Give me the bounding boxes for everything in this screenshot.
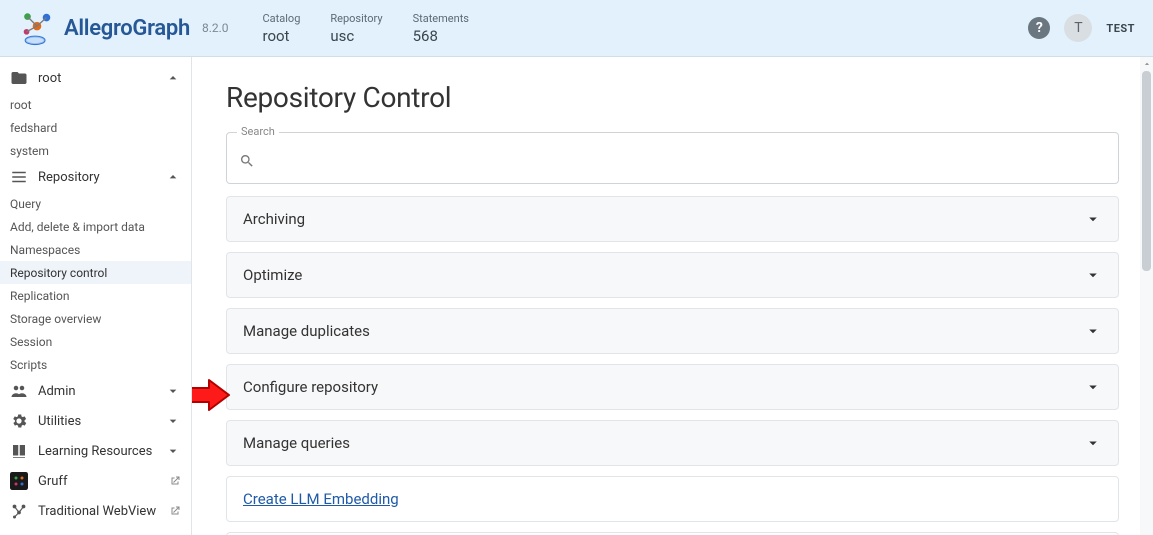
search-icon [239, 153, 255, 169]
sidebar-item-storage-overview[interactable]: Storage overview [0, 307, 191, 330]
sidebar-section-root[interactable]: root [0, 63, 191, 93]
sidebar-item-session[interactable]: Session [0, 330, 191, 353]
search-box[interactable]: Search [226, 132, 1119, 184]
sidebar-item-label: Admin [38, 384, 165, 399]
panel-manage-queries[interactable]: Manage queries [226, 420, 1119, 466]
panel-manage-duplicates[interactable]: Manage duplicates [226, 308, 1119, 354]
list-icon [10, 168, 28, 186]
stat-label: Statements [413, 12, 469, 25]
sidebar-section-repository[interactable]: Repository [0, 162, 191, 192]
chevron-down-icon [165, 383, 181, 399]
avatar[interactable]: T [1064, 14, 1092, 42]
user-label: TEST [1106, 22, 1135, 35]
sidebar-item-scripts[interactable]: Scripts [0, 353, 191, 376]
sidebar-item-fedshard[interactable]: fedshard [0, 116, 191, 139]
sidebar-item-traditional-webview[interactable]: Traditional WebView [0, 496, 191, 526]
stat-value: usc [330, 27, 382, 45]
sidebar-item-system[interactable]: system [0, 139, 191, 162]
chevron-down-icon [1084, 434, 1102, 452]
brand-name: AllegroGraph [64, 16, 190, 41]
sidebar-item-label: Utilities [38, 414, 165, 429]
panel-create-llm-embedding[interactable]: Create LLM Embedding [226, 476, 1119, 522]
logo-icon [18, 9, 56, 47]
sidebar-item-repository-control[interactable]: Repository control [0, 261, 191, 284]
scrollbar-thumb[interactable] [1142, 71, 1151, 271]
sidebar-item-label: Gruff [38, 474, 163, 489]
search-input[interactable] [263, 149, 1106, 173]
main-content: Repository Control Search Archiving Opti… [192, 57, 1153, 535]
panel-label: Archiving [243, 210, 1084, 228]
stat-statements[interactable]: Statements 568 [413, 12, 469, 45]
sidebar-item-gruff[interactable]: Gruff [0, 466, 191, 496]
chevron-up-icon [165, 169, 181, 185]
panel-archiving[interactable]: Archiving [226, 196, 1119, 242]
gear-icon [10, 412, 28, 430]
app-header: AllegroGraph 8.2.0 Catalog root Reposito… [0, 0, 1153, 57]
chevron-down-icon [1084, 378, 1102, 396]
sidebar-item-label: Learning Resources [38, 444, 165, 459]
chevron-down-icon [165, 443, 181, 459]
book-icon [10, 442, 28, 460]
sidebar-item-root[interactable]: root [0, 93, 191, 116]
stat-value: 568 [413, 27, 469, 45]
sidebar-section-learning[interactable]: Learning Resources [0, 436, 191, 466]
stat-catalog[interactable]: Catalog root [263, 12, 301, 45]
chevron-down-icon [1084, 322, 1102, 340]
stat-value: root [263, 27, 301, 45]
search-legend: Search [237, 125, 279, 138]
brand-version: 8.2.0 [202, 21, 229, 35]
sidebar-item-add-import[interactable]: Add, delete & import data [0, 215, 191, 238]
sidebar-section-utilities[interactable]: Utilities [0, 406, 191, 436]
chevron-down-icon [1084, 266, 1102, 284]
panel-optimize[interactable]: Optimize [226, 252, 1119, 298]
sidebar-item-namespaces[interactable]: Namespaces [0, 238, 191, 261]
vertical-scrollbar[interactable] [1140, 57, 1153, 535]
sidebar: root root fedshard system Repository Que… [0, 57, 192, 535]
stat-repository[interactable]: Repository usc [330, 12, 382, 45]
external-link-icon [169, 475, 181, 487]
panel-label: Manage queries [243, 434, 1084, 452]
admin-icon [10, 382, 28, 400]
panel-link[interactable]: Create LLM Embedding [243, 490, 399, 508]
panel-configure-repository[interactable]: Configure repository [226, 364, 1119, 410]
chevron-down-icon [1084, 210, 1102, 228]
graph-icon [10, 502, 28, 520]
brand[interactable]: AllegroGraph 8.2.0 [18, 9, 229, 47]
sidebar-item-label: Traditional WebView [38, 504, 163, 519]
sidebar-item-query[interactable]: Query [0, 192, 191, 215]
panel-label: Configure repository [243, 378, 1084, 396]
stat-label: Catalog [263, 12, 301, 25]
sidebar-item-label: root [38, 71, 165, 86]
sidebar-item-replication[interactable]: Replication [0, 284, 191, 307]
external-link-icon [169, 505, 181, 517]
panel-label: Optimize [243, 266, 1084, 284]
chevron-up-icon [165, 70, 181, 86]
sidebar-item-label: Repository [38, 170, 165, 185]
sidebar-section-admin[interactable]: Admin [0, 376, 191, 406]
page-title: Repository Control [226, 81, 1119, 114]
help-icon[interactable]: ? [1028, 17, 1050, 39]
header-stats: Catalog root Repository usc Statements 5… [263, 12, 469, 45]
header-right: ? T TEST [1028, 14, 1135, 42]
panel-label: Manage duplicates [243, 322, 1084, 340]
stat-label: Repository [330, 12, 382, 25]
scrollbar-arrow-up-icon[interactable] [1140, 58, 1153, 70]
gruff-icon [10, 472, 28, 490]
folder-icon [10, 69, 28, 87]
chevron-down-icon [165, 413, 181, 429]
